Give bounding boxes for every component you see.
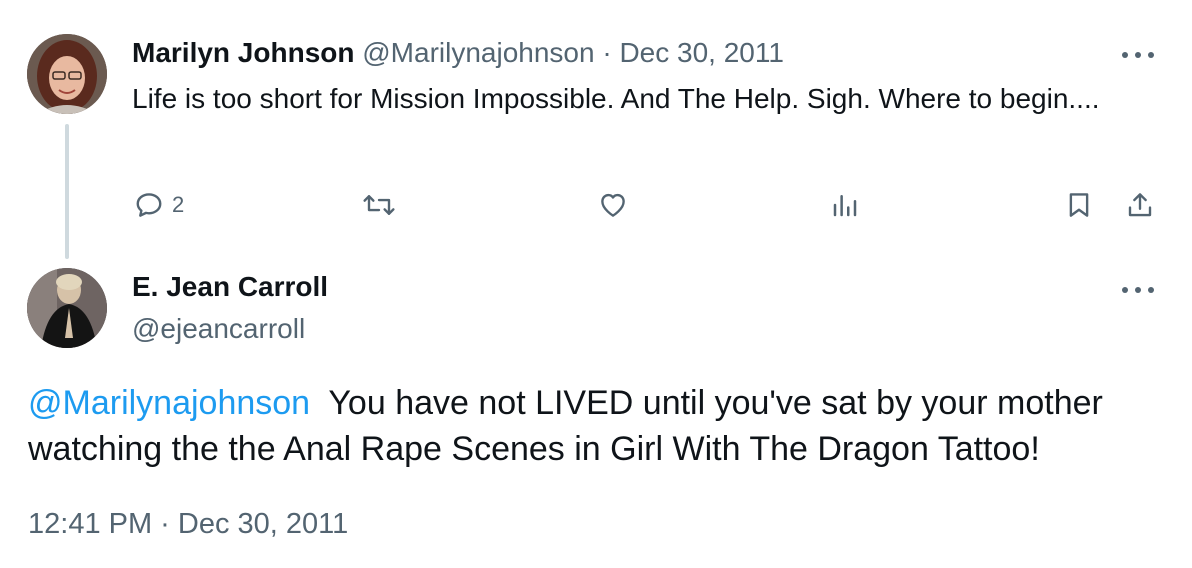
tweet1-date[interactable]: Dec 30, 2011: [619, 37, 784, 68]
reply-count: 2: [172, 192, 185, 217]
tweet1-text: Life is too short for Mission Impossible…: [132, 83, 1100, 114]
reply-button[interactable]: 2: [132, 190, 184, 220]
retweet-icon: [363, 195, 395, 215]
tweet1-more-icon[interactable]: [1116, 40, 1160, 70]
dot: [1122, 52, 1128, 58]
bookmark-button[interactable]: [1064, 190, 1094, 220]
tweet1-handle[interactable]: @Marilynajohnson: [362, 37, 594, 68]
dot: [1148, 287, 1154, 293]
avatar-e-jean-carroll[interactable]: [27, 268, 107, 348]
dot: [1135, 52, 1141, 58]
tweet2-mention-link[interactable]: @Marilynajohnson: [28, 384, 310, 422]
tweet1-header: Marilyn Johnson @Marilynajohnson · Dec 3…: [132, 34, 784, 72]
dot: [1135, 287, 1141, 293]
tweet2-timestamp[interactable]: 12:41 PM · Dec 30, 2011: [28, 504, 348, 544]
views-button[interactable]: [829, 190, 861, 220]
thread-connector-line: [65, 124, 69, 259]
retweet-button[interactable]: [359, 190, 399, 220]
dot: [1148, 52, 1154, 58]
heart-icon: [601, 193, 625, 217]
avatar-marilyn-johnson[interactable]: [27, 34, 107, 114]
share-button[interactable]: [1124, 190, 1156, 220]
tweet2-text: @Marilynajohnson You have not LIVED unti…: [28, 380, 1158, 472]
tweet1-separator: ·: [602, 37, 612, 68]
reply-icon: [136, 193, 162, 217]
share-icon: [1128, 193, 1152, 217]
tweet2-handle[interactable]: @ejeancarroll: [132, 310, 305, 348]
views-icon: [833, 195, 857, 217]
tweet2-more-icon[interactable]: [1116, 275, 1160, 305]
tweet1-display-name[interactable]: Marilyn Johnson: [132, 37, 354, 68]
dot: [1122, 287, 1128, 293]
bookmark-icon: [1069, 193, 1089, 217]
tweet2-display-name[interactable]: E. Jean Carroll: [132, 268, 328, 306]
like-button[interactable]: [596, 190, 630, 220]
